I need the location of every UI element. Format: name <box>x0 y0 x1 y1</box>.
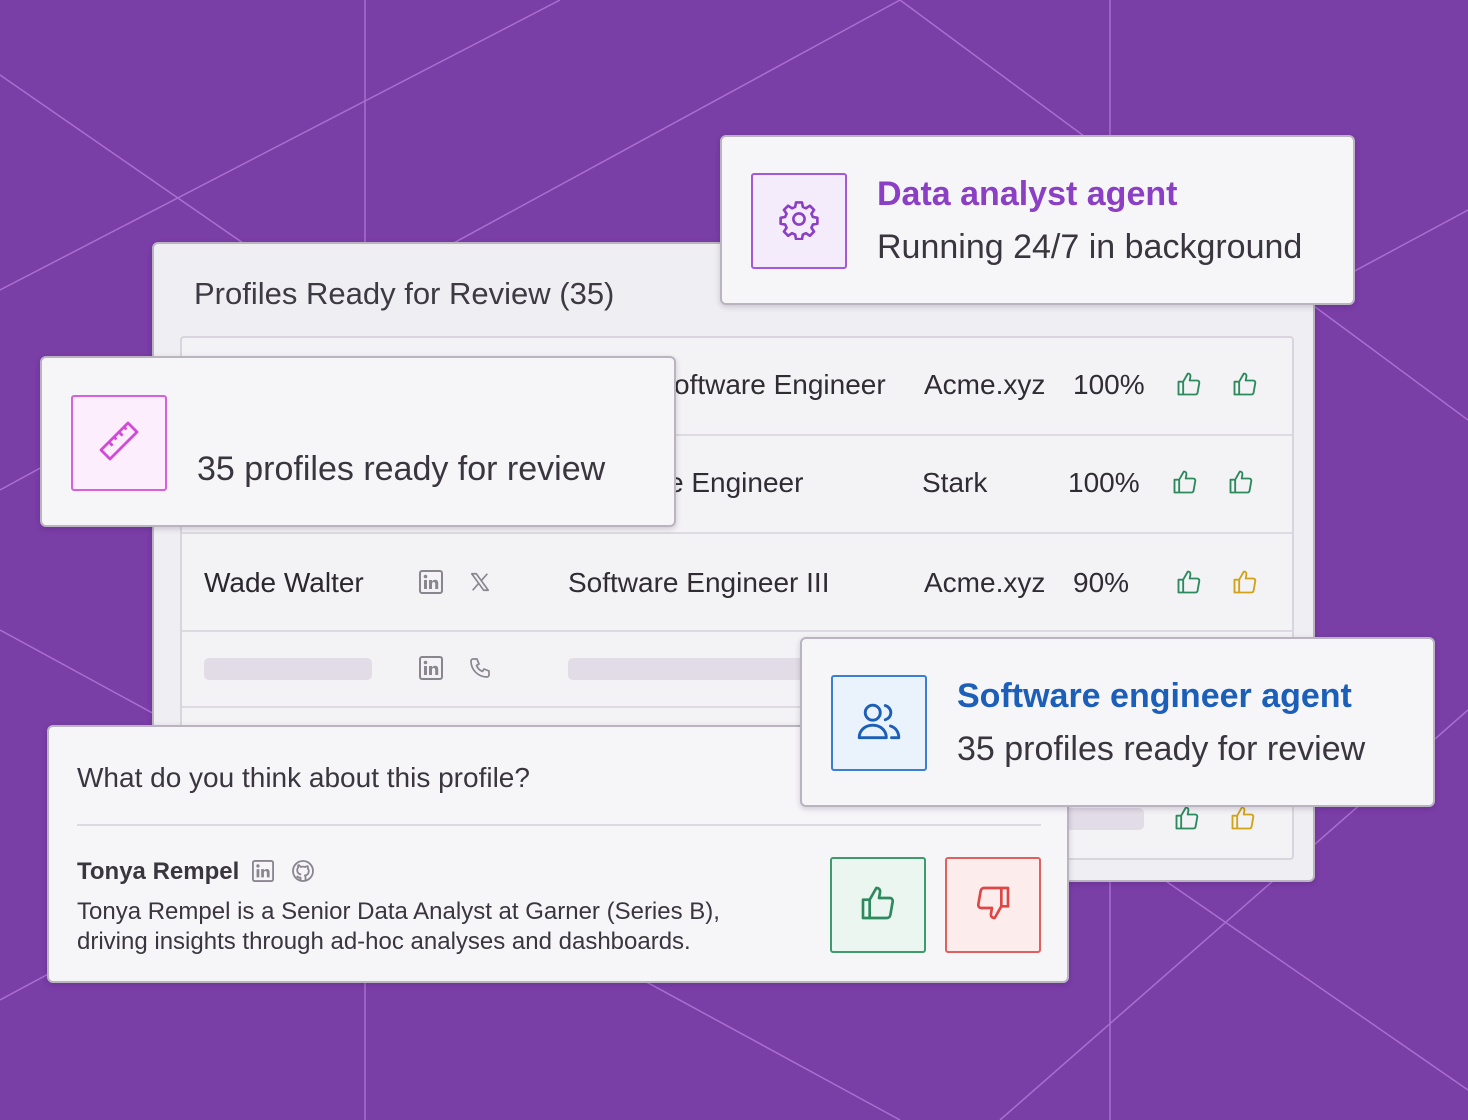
users-icon <box>854 696 904 751</box>
phone-icon[interactable] <box>468 656 492 680</box>
thumbs-up-icon[interactable] <box>1175 568 1203 596</box>
software-engineer-agent-card[interactable]: Software engineer agent 35 profiles read… <box>800 637 1435 807</box>
name-placeholder <box>204 658 372 680</box>
person-name: Tonya Rempel <box>77 858 240 885</box>
candidate-name: Wade Walter <box>204 567 364 598</box>
job-title: e Engineer <box>668 467 804 498</box>
thumbs-up-icon[interactable] <box>1175 370 1203 398</box>
title-placeholder <box>568 658 808 680</box>
ruler-icon-box <box>71 395 167 491</box>
match-score: 100% <box>1073 369 1145 400</box>
job-title: Software Engineer III <box>568 567 830 598</box>
github-icon[interactable] <box>291 859 315 883</box>
company: Stark <box>922 467 988 498</box>
company: Acme.xyz <box>924 369 1046 400</box>
score-placeholder <box>1062 808 1144 830</box>
match-score: 90% <box>1073 567 1130 598</box>
person-description-line1: Tonya Rempel is a Senior Data Analyst at… <box>77 898 720 925</box>
job-title: oftware Engineer <box>674 369 886 400</box>
thumbs-up-icon[interactable] <box>1171 468 1199 496</box>
like-button[interactable] <box>830 857 926 953</box>
linkedin-icon[interactable] <box>419 570 443 594</box>
thumbs-up-icon <box>858 883 898 928</box>
users-icon-box <box>831 675 927 771</box>
feedback-question: What do you think about this profile? <box>77 762 530 793</box>
agent-status: Running 24/7 in background <box>877 228 1303 266</box>
thumbs-up-icon[interactable] <box>1173 804 1201 832</box>
thumbs-up-icon[interactable] <box>1231 568 1259 596</box>
agent-title: Data analyst agent <box>877 175 1178 213</box>
agent-status: 35 profiles ready for review <box>957 730 1366 768</box>
agent-title: Software engineer agent <box>957 677 1352 715</box>
thumbs-up-icon[interactable] <box>1227 468 1255 496</box>
gear-icon <box>778 198 820 245</box>
match-score: 100% <box>1068 467 1140 498</box>
profiles-ready-card[interactable]: 35 profiles ready for review <box>40 356 676 527</box>
x-icon[interactable] <box>469 571 491 593</box>
thumbs-down-icon <box>973 883 1013 928</box>
thumbs-up-icon[interactable] <box>1229 804 1257 832</box>
panel-title: Profiles Ready for Review (35) <box>194 276 615 311</box>
divider <box>77 824 1041 826</box>
data-analyst-agent-card[interactable]: Data analyst agent Running 24/7 in backg… <box>720 135 1355 305</box>
linkedin-icon[interactable] <box>252 860 274 882</box>
linkedin-icon[interactable] <box>419 656 443 680</box>
ruler-icon <box>95 417 143 470</box>
table-row[interactable]: Wade Walter Software Engineer III Acme.x… <box>182 534 1292 630</box>
dislike-button[interactable] <box>945 857 1041 953</box>
gear-icon-box <box>751 173 847 269</box>
company: Acme.xyz <box>924 567 1046 598</box>
thumbs-up-icon[interactable] <box>1231 370 1259 398</box>
person-description-line2: driving insights through ad-hoc analyses… <box>77 928 691 955</box>
profiles-ready-text: 35 profiles ready for review <box>197 450 606 488</box>
